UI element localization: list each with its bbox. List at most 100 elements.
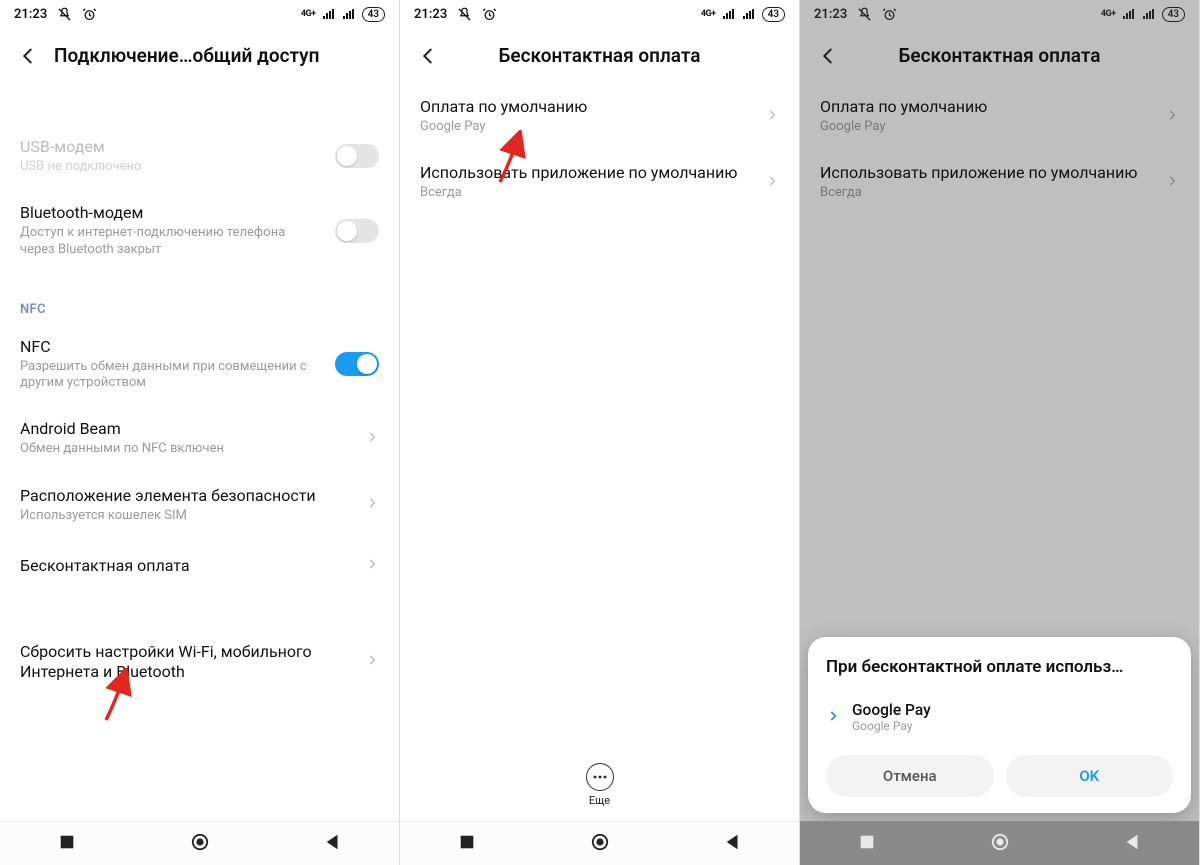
row-contactless-payment[interactable]: Бесконтактная оплата xyxy=(0,538,399,594)
row-subtitle: Всегда xyxy=(420,185,753,201)
nav-back-icon[interactable] xyxy=(1124,833,1142,855)
row-subtitle: Разрешить обмен данными при совмещении с… xyxy=(20,359,323,392)
row-default-payment: Оплата по умолчанию Google Pay xyxy=(800,83,1199,149)
nav-bar xyxy=(400,821,799,865)
row-subtitle: Всегда xyxy=(820,185,1153,201)
option-title: Google Pay xyxy=(852,701,931,719)
nav-recent-icon[interactable] xyxy=(58,833,76,855)
back-button[interactable] xyxy=(806,34,850,78)
cancel-button[interactable]: Отмена xyxy=(826,755,994,797)
section-label-nfc: NFC xyxy=(0,272,399,323)
status-time: 21:23 xyxy=(14,7,47,22)
row-subtitle: Google Pay xyxy=(420,119,753,135)
nav-back-icon[interactable] xyxy=(324,833,342,855)
row-title: Использовать приложение по умолчанию xyxy=(820,163,1153,183)
status-bar: 21:23 4G+ 43 xyxy=(800,0,1199,28)
status-bar: 21:23 4G+ 43 xyxy=(0,0,399,28)
check-icon xyxy=(826,708,840,727)
header: Подключение…общий доступ xyxy=(0,28,399,83)
chevron-right-icon xyxy=(365,556,379,575)
more-label: Еще xyxy=(589,794,610,807)
row-title: Оплата по умолчанию xyxy=(420,97,753,117)
screen-contactless-payment: 21:23 4G+ 43 Бесконтактная оплата xyxy=(400,0,800,865)
signal-icon xyxy=(322,8,336,20)
screen-contactless-payment-dialog: 21:23 4G+ 43 xyxy=(800,0,1200,865)
nav-home-icon[interactable] xyxy=(991,833,1009,855)
chevron-right-icon xyxy=(365,652,379,671)
row-use-default-app[interactable]: Использовать приложение по умолчанию Все… xyxy=(400,149,799,215)
dnd-icon xyxy=(457,7,472,22)
row-title: USB-модем xyxy=(20,137,323,157)
battery-indicator: 43 xyxy=(1162,7,1185,22)
bottom-sheet: При бесконтактной оплате использ… Google… xyxy=(808,637,1191,813)
row-use-default-app: Использовать приложение по умолчанию Все… xyxy=(800,149,1199,215)
row-title: Расположение элемента безопасности xyxy=(20,486,353,506)
status-time: 21:23 xyxy=(414,7,447,22)
dnd-icon xyxy=(857,7,872,22)
chevron-right-icon xyxy=(765,107,779,126)
row-secure-element[interactable]: Расположение элемента безопасности Испол… xyxy=(0,472,399,538)
row-subtitle: Google Pay xyxy=(820,119,1153,135)
toggle-nfc[interactable] xyxy=(335,352,379,376)
battery-indicator: 43 xyxy=(762,7,785,22)
signal-icon-2 xyxy=(342,8,356,20)
nav-bar xyxy=(800,821,1199,865)
row-usb-modem: USB-модем USB не подключено xyxy=(0,123,399,189)
ok-button[interactable]: OK xyxy=(1006,755,1174,797)
alarm-icon xyxy=(482,7,497,22)
option-subtitle: Google Pay xyxy=(852,719,931,733)
nav-back-icon[interactable] xyxy=(724,833,742,855)
row-subtitle: USB не подключено xyxy=(20,159,323,175)
network-type: 4G+ xyxy=(1101,9,1116,19)
row-title: NFC xyxy=(20,337,323,357)
nav-bar xyxy=(0,821,399,865)
nav-home-icon[interactable] xyxy=(191,833,209,855)
header: Бесконтактная оплата xyxy=(800,28,1199,83)
toggle-usb xyxy=(335,144,379,168)
page-title: Бесконтактная оплата xyxy=(450,44,793,67)
status-bar: 21:23 4G+ 43 xyxy=(400,0,799,28)
chevron-right-icon xyxy=(1165,107,1179,126)
status-time: 21:23 xyxy=(814,7,847,22)
chevron-right-icon xyxy=(765,173,779,192)
toggle-bluetooth[interactable] xyxy=(335,219,379,243)
nav-recent-icon[interactable] xyxy=(458,833,476,855)
row-title: Сбросить настройки Wi-Fi, мобильного Инт… xyxy=(20,642,353,682)
row-reset-network[interactable]: Сбросить настройки Wi-Fi, мобильного Инт… xyxy=(0,628,399,696)
battery-indicator: 43 xyxy=(362,7,385,22)
nav-home-icon[interactable] xyxy=(591,833,609,855)
row-title: Бесконтактная оплата xyxy=(20,556,353,576)
back-button[interactable] xyxy=(406,34,450,78)
signal-icon xyxy=(1122,8,1136,20)
row-default-payment[interactable]: Оплата по умолчанию Google Pay xyxy=(400,83,799,149)
row-title: Оплата по умолчанию xyxy=(820,97,1153,117)
chevron-right-icon xyxy=(1165,173,1179,192)
header: Бесконтактная оплата xyxy=(400,28,799,83)
sheet-title: При бесконтактной оплате использ… xyxy=(826,657,1173,677)
network-type: 4G+ xyxy=(301,9,316,19)
page-title: Бесконтактная оплата xyxy=(850,44,1193,67)
more-icon xyxy=(586,763,614,791)
row-title: Bluetooth-модем xyxy=(20,203,323,223)
row-nfc[interactable]: NFC Разрешить обмен данными при совмещен… xyxy=(0,323,399,406)
chevron-right-icon xyxy=(365,495,379,514)
row-subtitle: Доступ к интернет-подключению телефона ч… xyxy=(20,225,323,258)
row-bluetooth-modem[interactable]: Bluetooth-модем Доступ к интернет-подклю… xyxy=(0,189,399,272)
network-type: 4G+ xyxy=(701,9,716,19)
chevron-right-icon xyxy=(365,429,379,448)
alarm-icon xyxy=(882,7,897,22)
signal-icon xyxy=(722,8,736,20)
row-title: Использовать приложение по умолчанию xyxy=(420,163,753,183)
sheet-option-google-pay[interactable]: Google Pay Google Pay xyxy=(826,695,1173,749)
dnd-icon xyxy=(57,7,72,22)
page-title: Подключение…общий доступ xyxy=(50,44,393,67)
signal-icon-2 xyxy=(742,8,756,20)
back-button[interactable] xyxy=(6,34,50,78)
alarm-icon xyxy=(82,7,97,22)
row-android-beam[interactable]: Android Beam Обмен данными по NFC включе… xyxy=(0,405,399,471)
more-button[interactable]: Еще xyxy=(400,763,799,807)
nav-recent-icon[interactable] xyxy=(858,833,876,855)
row-subtitle: Обмен данными по NFC включен xyxy=(20,441,353,457)
signal-icon-2 xyxy=(1142,8,1156,20)
row-subtitle: Используется кошелек SIM xyxy=(20,508,353,524)
